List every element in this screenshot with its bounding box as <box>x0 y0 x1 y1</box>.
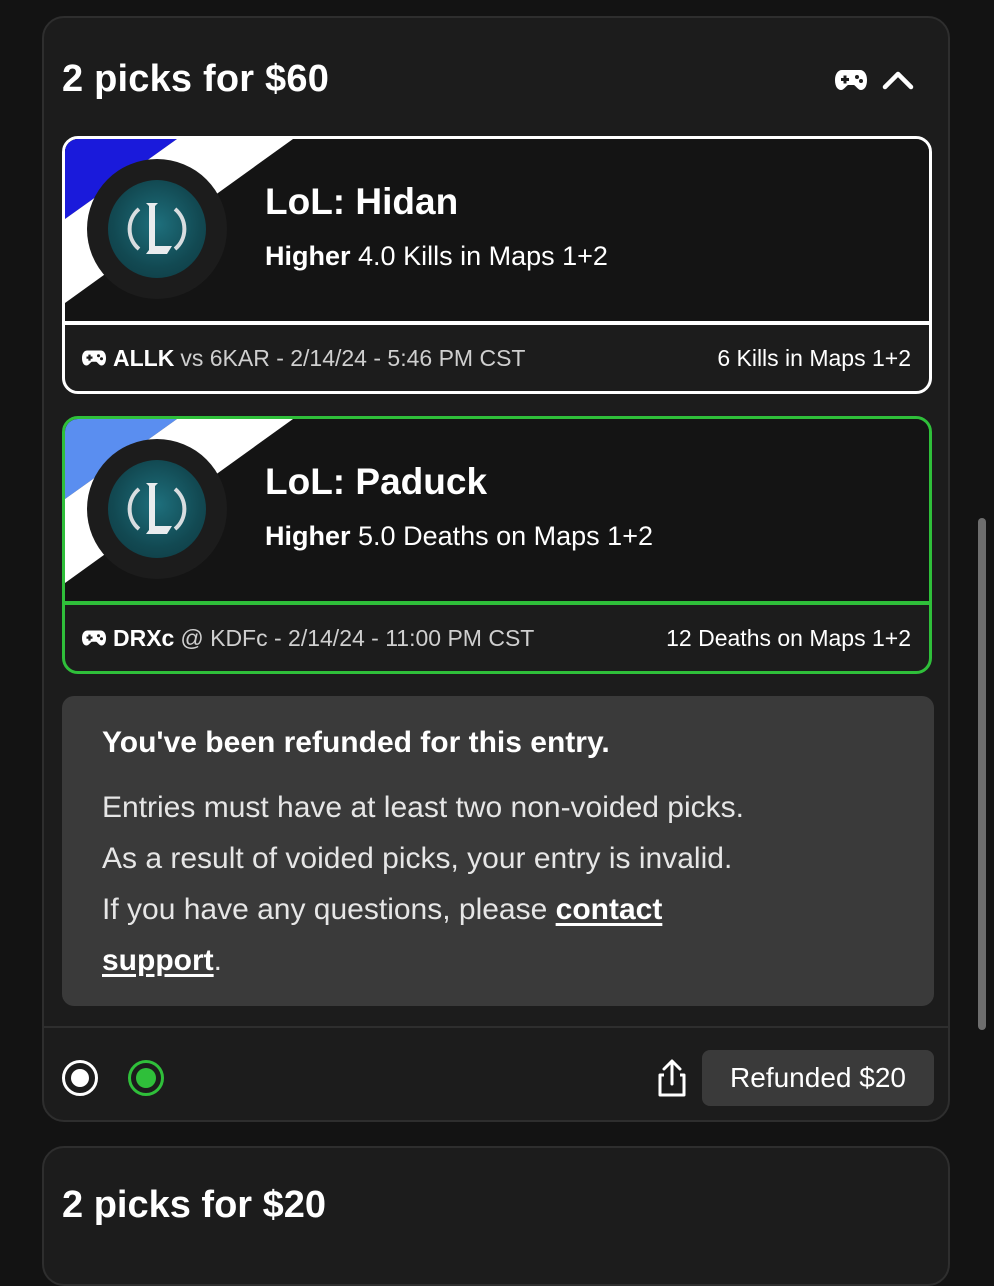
footer-divider <box>44 1026 948 1028</box>
pick-status-indicator-2 <box>128 1060 164 1096</box>
contact-support-link[interactable]: support <box>102 944 214 977</box>
entry-card: 2 picks for $60 LoL: Hidan Higher 4.0 Ki… <box>42 16 950 1122</box>
pick-footer: ALLK vs 6KAR - 2/14/24 - 5:46 PM CST 6 K… <box>65 325 929 391</box>
pick-line: Higher 5.0 Deaths on Maps 1+2 <box>265 521 653 551</box>
pick-status-indicator-1 <box>62 1060 98 1096</box>
pick-result: 6 Kills in Maps 1+2 <box>717 344 911 371</box>
pick-card-paduck[interactable]: LoL: Paduck Higher 5.0 Deaths on Maps 1+… <box>62 416 932 674</box>
pick-header: LoL: Paduck Higher 5.0 Deaths on Maps 1+… <box>65 419 929 601</box>
pick-matchup: ALLK vs 6KAR - 2/14/24 - 5:46 PM CST <box>81 345 525 372</box>
next-entry-card[interactable]: 2 picks for $20 <box>42 1146 950 1286</box>
entry-title: 2 picks for $60 <box>62 58 330 100</box>
game-logo <box>87 159 227 299</box>
refunded-amount-button[interactable]: Refunded $20 <box>702 1050 934 1106</box>
refund-notice: You've been refunded for this entry. Ent… <box>62 696 934 1006</box>
matchup-details: vs 6KAR - 2/14/24 - 5:46 PM CST <box>180 344 526 371</box>
gamepad-icon <box>82 630 106 646</box>
league-of-legends-logo-icon <box>127 203 187 254</box>
team-abbrev: DRXc <box>113 624 175 651</box>
next-entry-title: 2 picks for $20 <box>62 1184 327 1226</box>
contact-support-link[interactable]: contact <box>556 893 663 926</box>
refund-notice-body: Entries must have at least two non-voide… <box>102 782 894 986</box>
entry-header-icons <box>834 68 914 97</box>
pick-header: LoL: Hidan Higher 4.0 Kills in Maps 1+2 <box>65 139 929 321</box>
league-of-legends-logo-icon <box>127 483 187 534</box>
pick-footer: DRXc @ KDFc - 2/14/24 - 11:00 PM CST 12 … <box>65 605 929 671</box>
pick-result: 12 Deaths on Maps 1+2 <box>666 624 911 651</box>
chevron-up-icon[interactable] <box>882 69 914 96</box>
team-abbrev: ALLK <box>113 344 175 371</box>
pick-matchup: DRXc @ KDFc - 2/14/24 - 11:00 PM CST <box>81 625 534 652</box>
pick-player-name: LoL: Paduck <box>265 461 488 502</box>
notice-line: support. <box>102 944 222 977</box>
scrollbar[interactable] <box>978 518 986 1030</box>
matchup-details: @ KDFc - 2/14/24 - 11:00 PM CST <box>180 624 535 651</box>
pick-player-name: LoL: Hidan <box>265 181 459 222</box>
gamepad-icon <box>82 350 106 366</box>
refund-notice-title: You've been refunded for this entry. <box>102 726 610 759</box>
gamepad-icon[interactable] <box>834 68 868 97</box>
notice-line: Entries must have at least two non-voide… <box>102 791 744 824</box>
pick-line: Higher 4.0 Kills in Maps 1+2 <box>265 241 608 271</box>
notice-line: As a result of voided picks, your entry … <box>102 842 733 875</box>
game-logo <box>87 439 227 579</box>
notice-line: If you have any questions, please contac… <box>102 893 663 926</box>
share-icon[interactable] <box>654 1058 690 1098</box>
pick-card-hidan[interactable]: LoL: Hidan Higher 4.0 Kills in Maps 1+2 … <box>62 136 932 394</box>
